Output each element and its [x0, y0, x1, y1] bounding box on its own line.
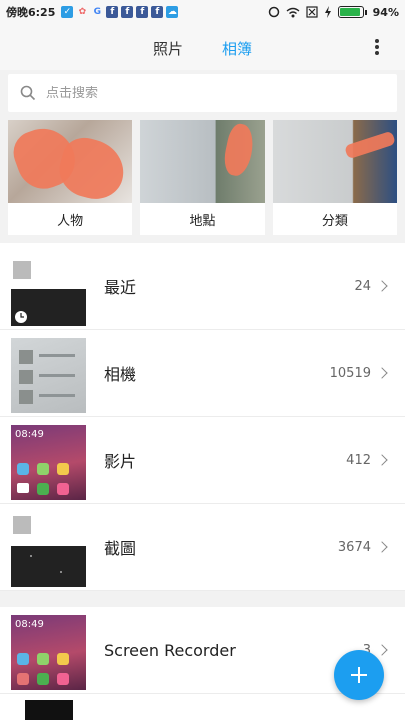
album-count: 10519 — [329, 365, 371, 381]
add-album-button[interactable] — [334, 650, 384, 700]
facebook-notification-icon: f — [106, 6, 119, 18]
cloud-notification-icon: ☁ — [166, 6, 179, 18]
plus-icon — [351, 667, 367, 683]
album-thumbnail: 08:49 — [11, 425, 86, 500]
facebook-notification-icon: f — [136, 6, 149, 18]
more-vert-icon[interactable] — [375, 39, 379, 55]
status-indicators: 94% — [268, 6, 399, 19]
category-label-places: 地點 — [189, 213, 216, 229]
album-name: 最近 — [104, 278, 137, 297]
things-thumbnail — [272, 120, 397, 203]
chevron-right-icon — [376, 541, 388, 553]
charging-icon — [324, 6, 331, 18]
app-header: 照片 相簿 — [0, 24, 405, 70]
album-thumbnail — [25, 700, 73, 720]
svg-text:08:49: 08:49 — [15, 429, 44, 440]
album-row-recent[interactable]: 最近 24 — [0, 243, 405, 330]
album-row-partial[interactable] — [0, 694, 405, 720]
battery-percent: 94% — [372, 5, 399, 19]
album-thumbnail — [11, 338, 86, 413]
album-thumbnail — [11, 251, 86, 326]
album-row-videos[interactable]: 08:49 影片 412 — [0, 417, 405, 504]
facebook-notification-icon: f — [121, 6, 134, 18]
search-icon — [20, 85, 36, 101]
album-name: 截圖 — [104, 539, 137, 558]
status-bar: 傍晚6:25 ✓ ✿ G f f f f ☁ 94% — [0, 0, 405, 24]
album-name: 影片 — [104, 452, 137, 471]
gallery-app: 傍晚6:25 ✓ ✿ G f f f f ☁ 94% 照片 相簿 点击搜索 人物… — [0, 0, 405, 720]
svg-text:08:49: 08:49 — [15, 619, 44, 630]
no-signal-icon — [306, 6, 318, 18]
album-count: 412 — [346, 452, 371, 468]
category-cards: 人物 地點 分類 — [8, 120, 397, 235]
status-time: 傍晚6:25 — [6, 6, 56, 19]
album-row-camera[interactable]: 相機 10519 — [0, 330, 405, 417]
category-label-things: 分類 — [321, 213, 348, 229]
places-thumbnail — [140, 120, 265, 203]
category-label-people: 人物 — [57, 213, 84, 229]
album-name: 相機 — [104, 365, 137, 384]
chevron-right-icon — [376, 367, 388, 379]
wifi-icon — [286, 7, 300, 17]
album-row-screenshots[interactable]: 截圖 3674 — [0, 504, 405, 591]
album-name: Screen Recorder — [104, 640, 236, 660]
search-bar[interactable] — [8, 74, 397, 112]
album-thumbnail: 08:49 — [11, 615, 86, 690]
battery-fill — [339, 8, 361, 16]
category-card-people[interactable]: 人物 — [8, 120, 133, 235]
people-thumbnail — [8, 120, 133, 203]
album-count: 3674 — [337, 539, 371, 555]
shield-notification-icon: ✓ — [61, 6, 74, 18]
album-thumbnail — [11, 512, 86, 587]
chevron-right-icon — [376, 644, 388, 656]
tab-albums[interactable]: 相簿 — [222, 38, 252, 59]
tab-photos[interactable]: 照片 — [153, 38, 183, 59]
sync-icon — [268, 6, 279, 18]
album-list: 最近 24 相機 10519 08:49 影片 412 截圖 3674 — [0, 243, 405, 591]
category-card-things[interactable]: 分類 — [272, 120, 397, 235]
category-card-places[interactable]: 地點 — [140, 120, 265, 235]
album-count: 24 — [354, 278, 371, 294]
google-notification-icon: G — [93, 7, 102, 17]
facebook-notification-icon: f — [151, 6, 164, 18]
battery-icon — [337, 6, 367, 18]
chevron-right-icon — [376, 454, 388, 466]
search-input[interactable] — [46, 85, 346, 101]
pinwheel-notification-icon: ✿ — [78, 7, 87, 17]
chevron-right-icon — [376, 280, 388, 292]
